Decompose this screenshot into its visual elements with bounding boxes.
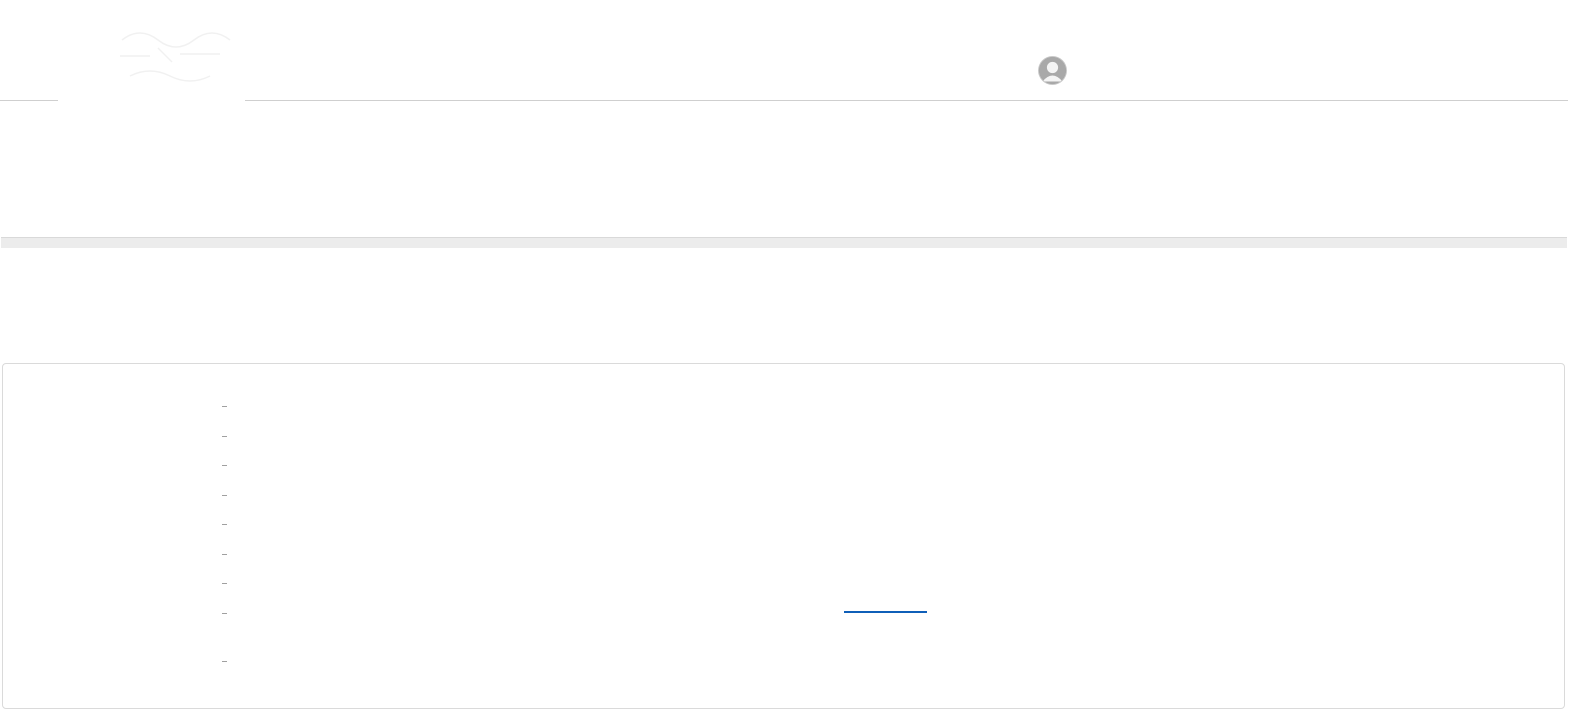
list-item-bullet — [222, 583, 227, 584]
faded-logo-icon — [120, 32, 231, 82]
list-item-bullet — [222, 524, 227, 525]
list-item-bullet — [222, 465, 227, 466]
page-header — [0, 0, 1572, 102]
section-band — [1, 237, 1567, 248]
avatar-silhouette-icon — [1039, 57, 1066, 84]
list-item-bullet — [222, 436, 227, 437]
header-divider-left — [0, 100, 58, 101]
header-divider-right — [245, 100, 1568, 101]
user-avatar-icon[interactable] — [1039, 57, 1066, 84]
list-item-bullet — [222, 661, 227, 662]
list-item-bullet — [222, 495, 227, 496]
list-item-bullet — [222, 406, 227, 407]
site-logo[interactable] — [58, 0, 245, 102]
inline-link[interactable] — [844, 611, 927, 613]
content-panel — [2, 363, 1565, 709]
list-item-bullet — [222, 613, 227, 614]
list-item-bullet — [222, 554, 227, 555]
